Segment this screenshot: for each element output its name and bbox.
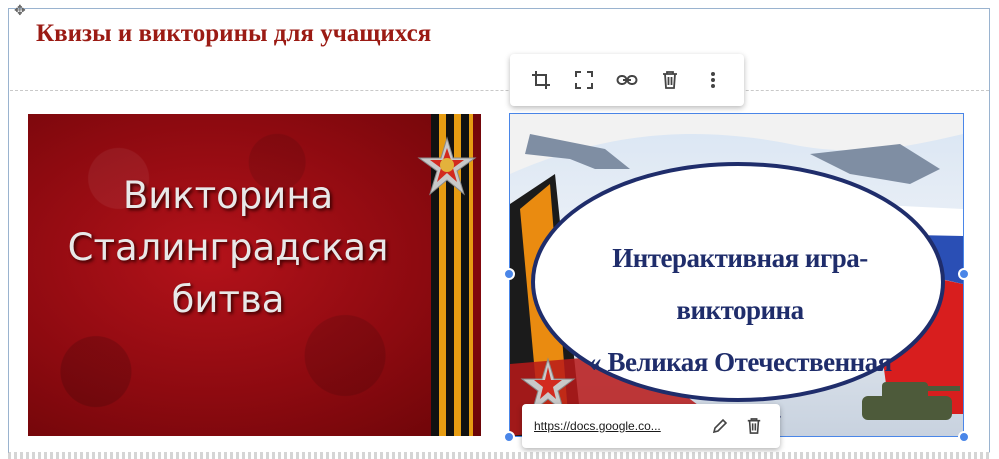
link-button[interactable] xyxy=(612,65,642,95)
pencil-icon xyxy=(712,418,728,434)
section-title[interactable]: Квизы и викторины для учащихся xyxy=(36,20,431,48)
more-icon xyxy=(710,72,715,88)
section-divider xyxy=(10,90,989,91)
more-options-button[interactable] xyxy=(698,65,728,95)
link-popup: https://docs.google.co... xyxy=(522,404,780,448)
fit-button[interactable] xyxy=(569,65,599,95)
resize-handle-left[interactable] xyxy=(503,268,515,280)
move-icon[interactable]: ✥ xyxy=(14,3,38,23)
delete-icon xyxy=(662,71,677,89)
right-caption-line: Интерактивная игра-викторина xyxy=(612,243,868,325)
delete-icon xyxy=(747,418,761,434)
crop-button[interactable] xyxy=(526,65,556,95)
link-icon xyxy=(616,75,638,85)
left-caption-line: Сталинградская xyxy=(67,226,389,269)
image-toolbar xyxy=(510,54,744,106)
left-caption-line: битва xyxy=(171,278,285,321)
delete-button[interactable] xyxy=(655,65,685,95)
resize-handle-right[interactable] xyxy=(958,268,970,280)
image-great-patriotic-war-quiz[interactable]: Интерактивная игра-викторина « Великая О… xyxy=(510,114,963,436)
link-url[interactable]: https://docs.google.co... xyxy=(534,419,700,433)
bottom-edge xyxy=(8,452,990,459)
crop-icon xyxy=(532,71,551,89)
left-image-caption: Викторина Сталинградская битва xyxy=(28,170,428,326)
resize-handle-bottom-left[interactable] xyxy=(503,431,515,443)
remove-link-button[interactable] xyxy=(740,412,768,440)
left-caption-line: Викторина xyxy=(122,174,334,217)
fullscreen-icon xyxy=(575,71,594,89)
resize-handle-bottom-right[interactable] xyxy=(958,431,970,443)
image-stalingrad-quiz[interactable]: Викторина Сталинградская битва xyxy=(28,114,481,436)
edit-link-button[interactable] xyxy=(706,412,734,440)
